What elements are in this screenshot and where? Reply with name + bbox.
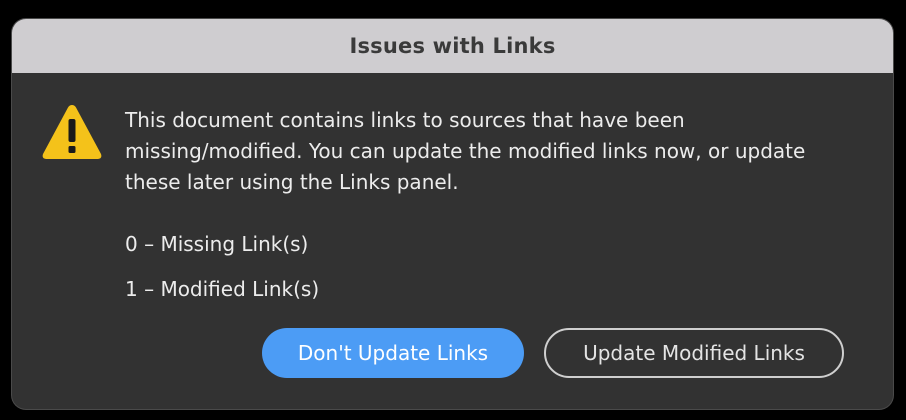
missing-links-count: 0 – Missing Link(s) [125,232,309,256]
update-modified-links-button[interactable]: Update Modified Links [544,328,844,378]
dialog-message: This document contains links to sources … [125,105,865,198]
modified-links-count: 1 – Modified Link(s) [125,277,320,301]
dont-update-links-button[interactable]: Don't Update Links [262,328,524,378]
issues-dialog: Issues with Links This document contains… [12,19,893,409]
warning-triangle-icon [40,101,104,163]
dialog-title: Issues with Links [349,34,556,58]
dialog-titlebar: Issues with Links [12,19,893,73]
message-text: This document contains links to sources … [125,108,806,194]
